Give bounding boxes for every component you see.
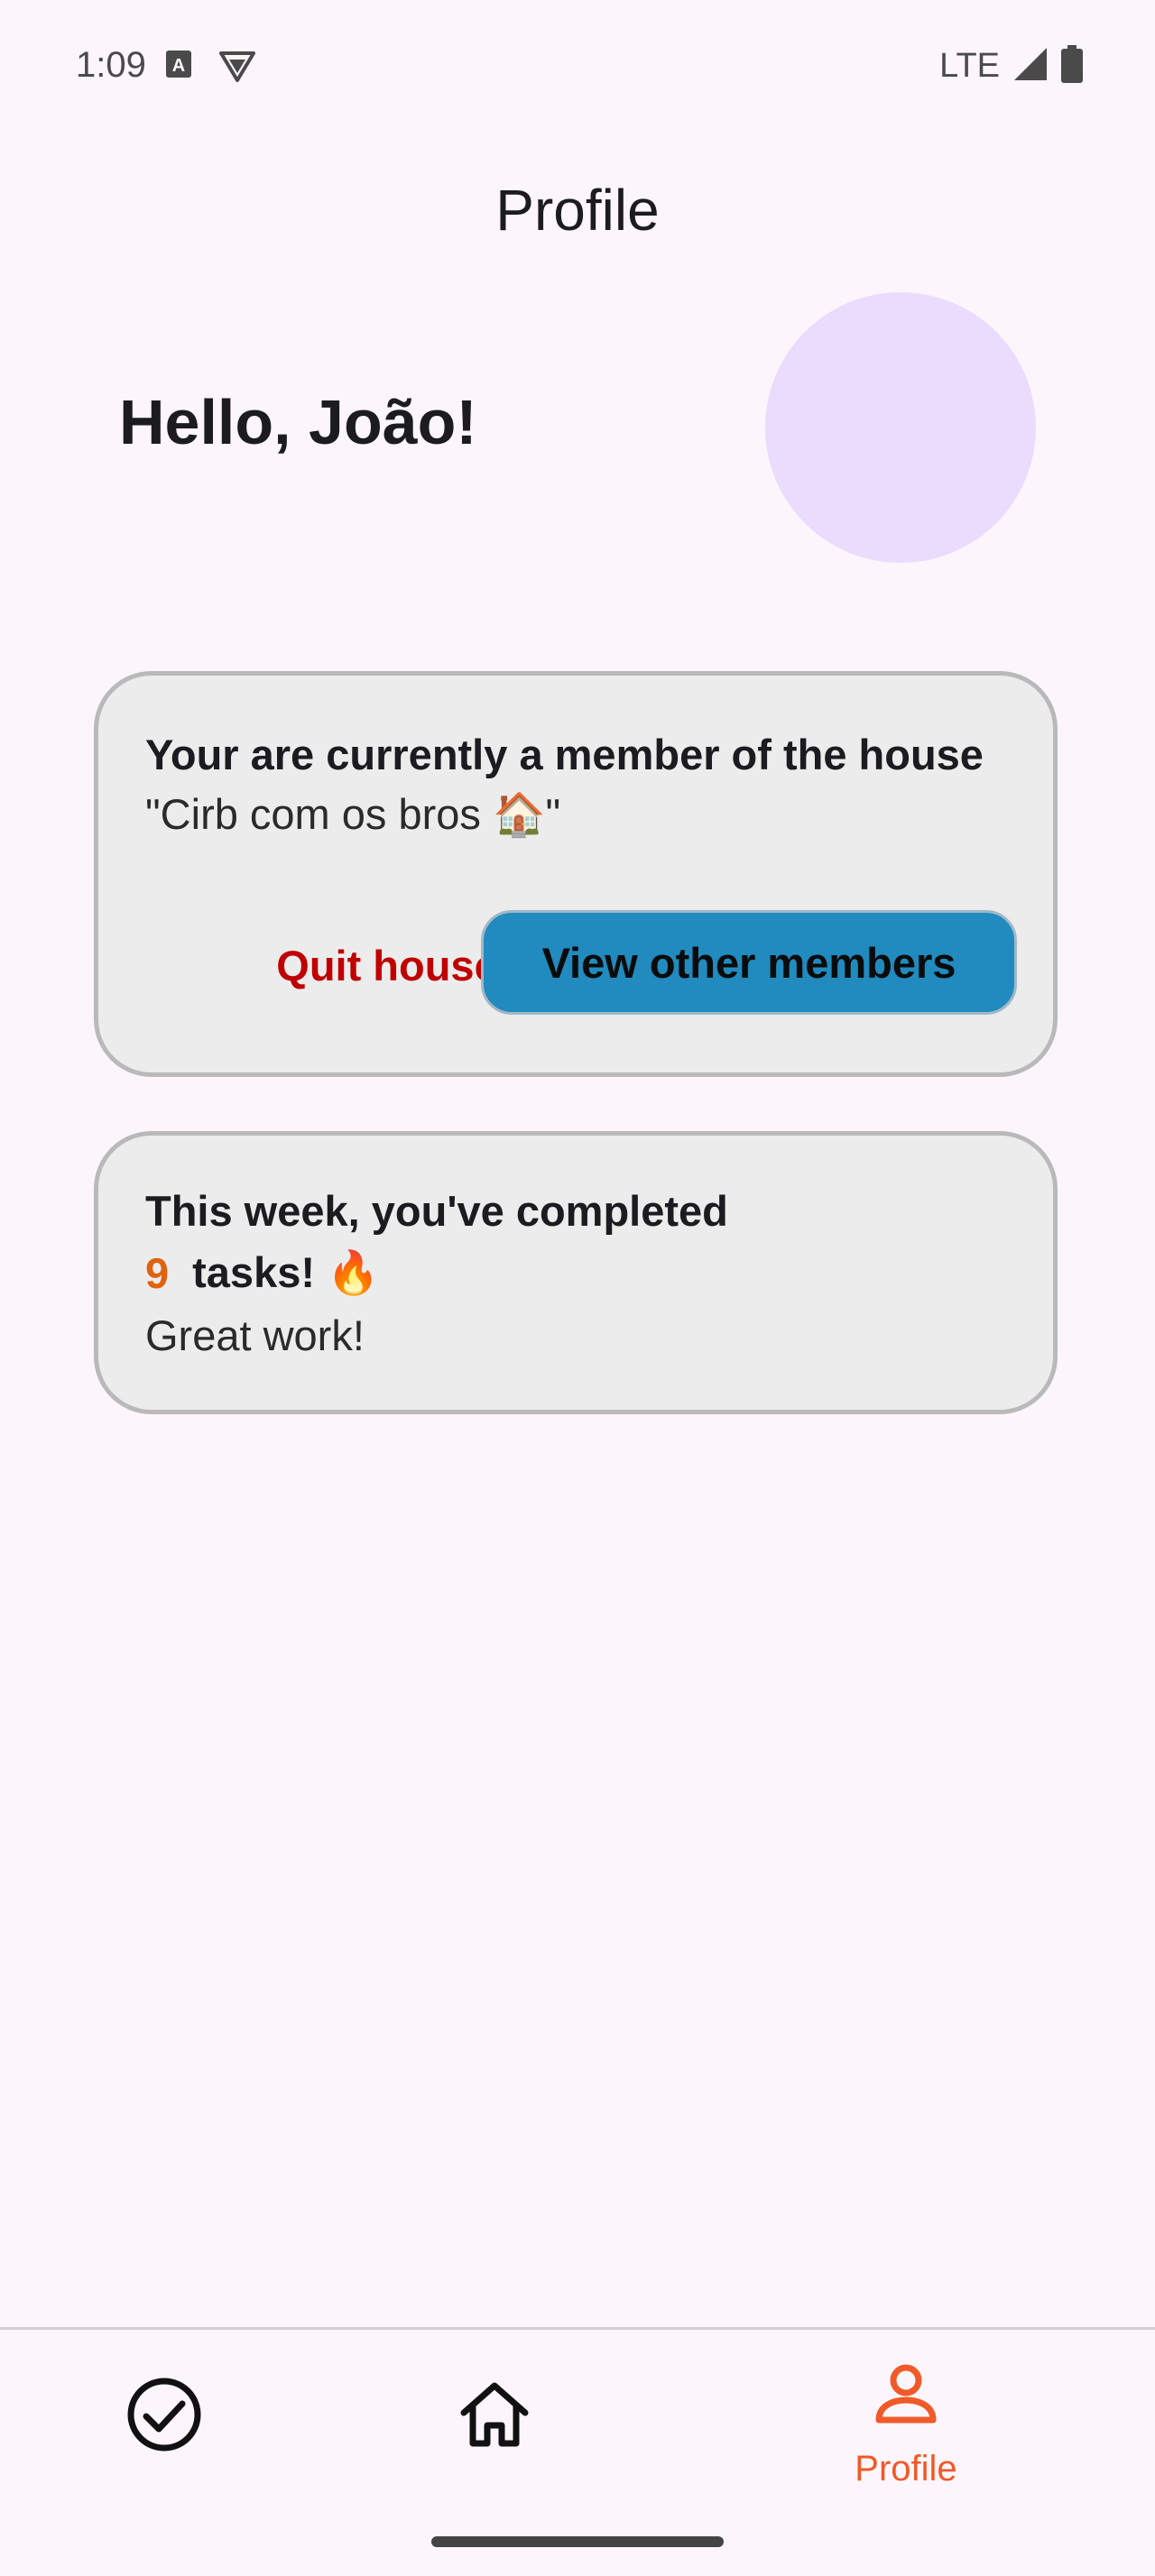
home-icon xyxy=(457,2377,532,2457)
battery-icon xyxy=(1061,45,1083,87)
stats-heading: This week, you've completed xyxy=(145,1187,728,1235)
house-heading: Your are currently a member of the house xyxy=(145,731,984,778)
tasks-count: 9 xyxy=(145,1248,170,1297)
greeting-text: Hello, João! xyxy=(119,387,477,457)
signal-icon xyxy=(1012,46,1049,87)
check-circle-icon xyxy=(126,2377,202,2457)
person-icon xyxy=(872,2360,940,2433)
stats-count-line: 9 tasks! 🔥 xyxy=(145,1247,380,1298)
status-right: LTE xyxy=(939,45,1083,87)
view-members-button[interactable]: View other members xyxy=(481,910,1017,1015)
house-card: Your are currently a member of the house… xyxy=(94,671,1058,1077)
nav-item-tasks[interactable] xyxy=(29,2330,300,2546)
status-time: 1:09 xyxy=(76,45,146,85)
nav-item-house[interactable] xyxy=(359,2330,630,2546)
avatar[interactable] xyxy=(765,292,1036,563)
house-name: "Cirb com os bros 🏠" xyxy=(145,790,561,838)
network-type: LTE xyxy=(939,47,1000,85)
svg-text:A: A xyxy=(172,56,185,76)
tasks-text: tasks! 🔥 xyxy=(192,1248,380,1296)
praise-text: Great work! xyxy=(145,1311,365,1359)
home-indicator[interactable] xyxy=(431,2536,724,2547)
nav-item-profile[interactable]: Profile xyxy=(771,2330,1041,2546)
page-title: Profile xyxy=(495,178,660,243)
status-bar: 1:09 A LTE xyxy=(0,0,1155,135)
font-icon: A xyxy=(166,51,191,82)
weekly-stats-card: This week, you've completed 9 tasks! 🔥 G… xyxy=(94,1131,1058,1414)
nav-label-profile: Profile xyxy=(855,2449,957,2489)
shield-icon xyxy=(218,51,256,87)
